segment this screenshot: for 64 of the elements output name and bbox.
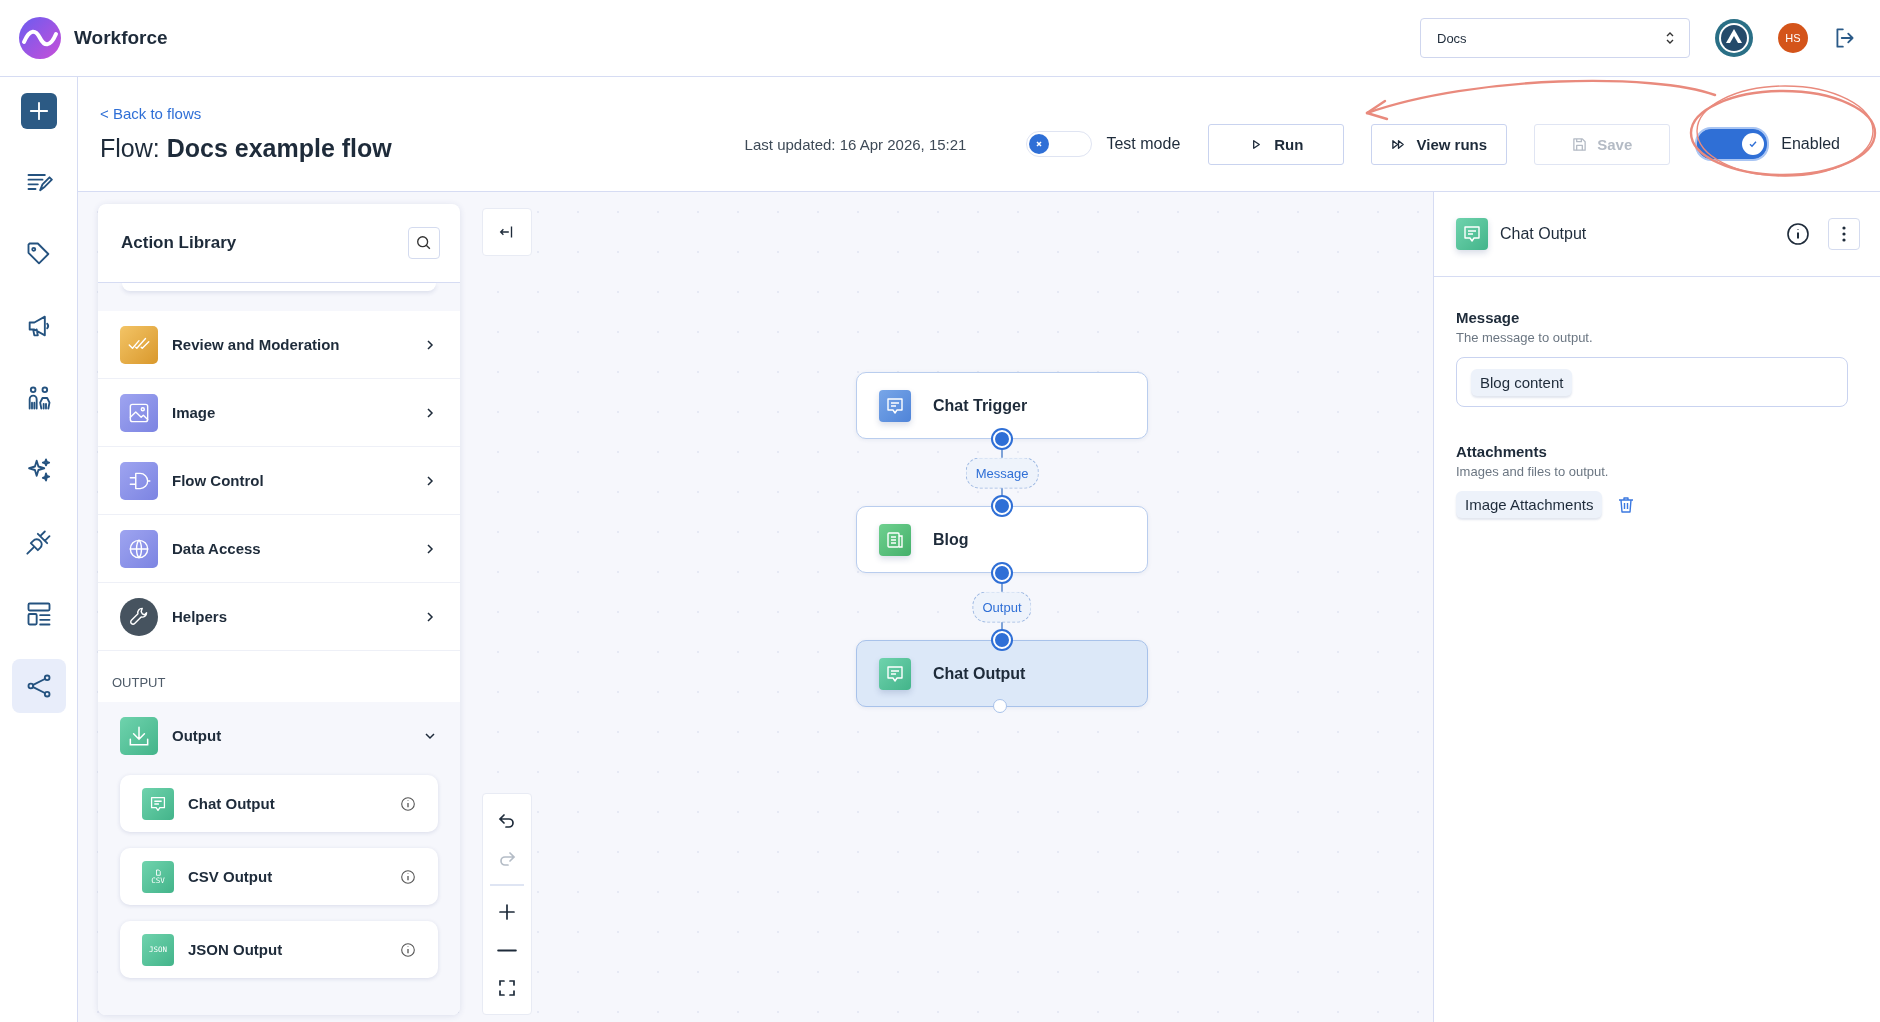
chevron-right-icon bbox=[424, 610, 436, 623]
search-icon bbox=[415, 234, 433, 252]
action-card[interactable]: Chat Output bbox=[120, 775, 438, 832]
field-help-text: The message to output. bbox=[1456, 330, 1594, 345]
category-item[interactable]: Helpers bbox=[98, 583, 460, 651]
add-button[interactable] bbox=[20, 93, 57, 129]
field-label: Message bbox=[1456, 309, 1521, 326]
chat-bubble-icon bbox=[142, 787, 174, 820]
chevron-right-icon bbox=[424, 338, 436, 351]
app-name: Workforce bbox=[74, 27, 168, 49]
up-down-caret-icon bbox=[1665, 31, 1675, 45]
info-icon[interactable] bbox=[1786, 222, 1810, 246]
attachment-chip[interactable]: Image Attachments bbox=[1456, 491, 1603, 518]
group-header[interactable]: Output bbox=[98, 702, 460, 769]
flow-node[interactable]: Chat Output bbox=[856, 640, 1148, 707]
download-icon bbox=[120, 716, 158, 755]
panel-title: Action Library bbox=[121, 233, 237, 253]
document-icon bbox=[879, 523, 911, 556]
plug-icon bbox=[24, 528, 53, 556]
minus-icon bbox=[497, 947, 517, 953]
message-input-field[interactable]: Blog content bbox=[1456, 357, 1848, 407]
plus-icon bbox=[497, 902, 517, 922]
back-link[interactable]: < Back to flows bbox=[100, 105, 392, 122]
vertical-dots-icon bbox=[1841, 224, 1847, 244]
chat-bubble-icon bbox=[1456, 218, 1488, 250]
chevron-right-icon bbox=[424, 474, 436, 487]
nav-flow-button[interactable] bbox=[11, 659, 66, 713]
flow-node[interactable]: Blog bbox=[856, 506, 1148, 573]
helpers-category-icon bbox=[120, 597, 158, 636]
user-avatar[interactable]: HS bbox=[1778, 23, 1808, 53]
edge-label: Message bbox=[965, 457, 1039, 488]
view-runs-button[interactable]: View runs bbox=[1371, 123, 1508, 165]
data-category-icon bbox=[120, 529, 158, 568]
logo-icon bbox=[18, 16, 62, 60]
category-item[interactable]: Data Access bbox=[98, 515, 460, 583]
last-updated-text: Last updated: 16 Apr 2026, 15:21 bbox=[744, 135, 967, 153]
field-help-text: Images and files to output. bbox=[1456, 464, 1610, 479]
enabled-toggle[interactable] bbox=[1697, 129, 1768, 159]
category-item[interactable]: Review and Moderation bbox=[98, 311, 460, 379]
test-mode-toggle[interactable] bbox=[1026, 131, 1093, 157]
fit-screen-icon bbox=[497, 978, 517, 998]
image-category-icon bbox=[120, 393, 158, 432]
field-label: Attachments bbox=[1456, 443, 1548, 460]
flow-title: Flow: Docs example flow bbox=[100, 134, 392, 163]
search-button[interactable] bbox=[408, 227, 440, 259]
test-mode-label: Test mode bbox=[1106, 135, 1181, 153]
run-button[interactable]: Run bbox=[1208, 123, 1345, 165]
chat-bubble-icon bbox=[879, 657, 911, 690]
connection-handle[interactable] bbox=[993, 699, 1007, 713]
org-avatar-icon[interactable] bbox=[1714, 18, 1754, 58]
edge-label: Output bbox=[972, 591, 1032, 622]
review-category-icon bbox=[120, 325, 158, 364]
section-label: OUTPUT bbox=[98, 651, 460, 702]
enabled-label: Enabled bbox=[1781, 135, 1840, 153]
workspace-select[interactable]: Docs bbox=[1420, 18, 1690, 58]
chevron-right-icon bbox=[424, 542, 436, 555]
variable-chip[interactable]: Blog content bbox=[1471, 368, 1573, 396]
inspector-title: Chat Output bbox=[1500, 225, 1588, 243]
category-item[interactable]: Image bbox=[98, 379, 460, 447]
chevron-right-icon bbox=[424, 406, 436, 419]
chat-bubble-icon bbox=[879, 389, 911, 422]
flow-control-category-icon bbox=[120, 461, 158, 500]
flow-node[interactable]: Chat Trigger bbox=[856, 372, 1148, 439]
category-item[interactable]: Flow Control bbox=[98, 447, 460, 515]
